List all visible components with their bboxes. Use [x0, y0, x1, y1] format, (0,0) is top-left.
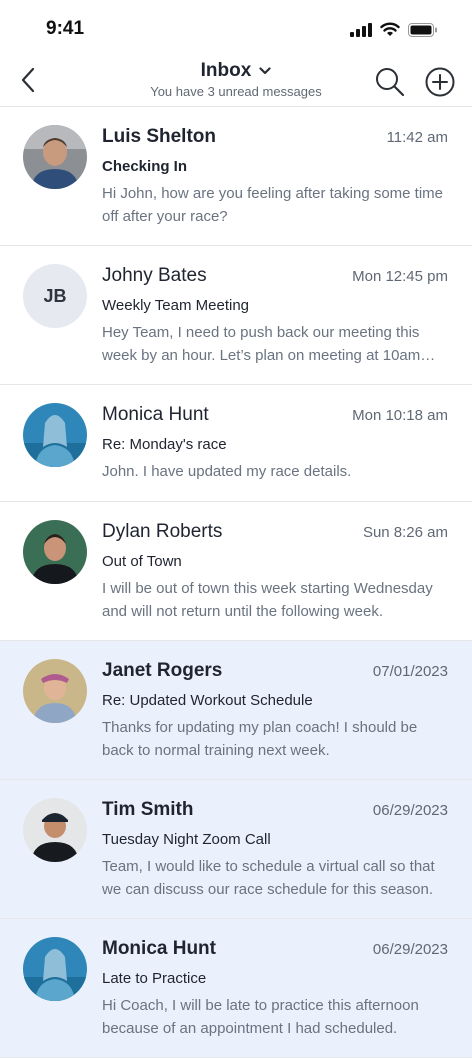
sender-name: Monica Hunt	[102, 404, 209, 425]
message-preview: I will be out of town this week starting…	[102, 580, 433, 620]
message-row[interactable]: Janet Rogers 07/01/2023 Re: Updated Work…	[0, 641, 472, 780]
message-subject: Re: Updated Workout Schedule	[102, 692, 313, 709]
page-title: Inbox	[200, 60, 252, 81]
message-subject: Out of Town	[102, 553, 182, 570]
wifi-icon	[380, 22, 400, 36]
avatar	[23, 520, 87, 584]
avatar	[23, 659, 87, 723]
message-row[interactable]: Luis Shelton 11:42 am Checking In Hi Joh…	[0, 107, 472, 246]
sender-name: Johny Bates	[102, 265, 207, 286]
message-date: Mon 12:45 pm	[352, 268, 448, 285]
message-preview: Hi Coach, I will be late to practice thi…	[102, 997, 419, 1037]
message-subject: Tuesday Night Zoom Call	[102, 831, 271, 848]
inbox-header: Inbox You have 3 unread messages	[0, 56, 472, 107]
message-subject: Weekly Team Meeting	[102, 297, 250, 314]
status-bar: 9:41	[0, 0, 472, 56]
avatar	[23, 798, 87, 862]
sender-name: Luis Shelton	[102, 126, 216, 147]
message-date: 11:42 am	[386, 129, 448, 146]
message-row[interactable]: Monica Hunt 06/29/2023 Late to Practice …	[0, 919, 472, 1058]
chevron-down-icon	[259, 67, 271, 75]
sender-name: Janet Rogers	[102, 660, 223, 681]
avatar	[23, 125, 87, 189]
battery-icon	[408, 22, 437, 37]
avatar-initials: JB	[23, 264, 87, 328]
message-preview: Hey Team, I need to push back our meetin…	[102, 324, 421, 364]
message-preview: Hi John, how are you feeling after takin…	[102, 185, 444, 225]
status-icons	[350, 22, 438, 37]
avatar	[23, 937, 87, 1001]
status-time: 9:41	[46, 18, 85, 39]
cellular-signal-icon	[350, 22, 372, 37]
message-date: 06/29/2023	[372, 941, 448, 958]
message-date: Sun 8:26 am	[362, 524, 448, 541]
sender-name: Dylan Roberts	[102, 521, 223, 542]
message-row[interactable]: Dylan Roberts Sun 8:26 am Out of Town I …	[0, 502, 472, 641]
search-button[interactable]	[374, 66, 406, 98]
message-date: Mon 10:18 am	[352, 407, 448, 424]
message-list: Luis Shelton 11:42 am Checking In Hi Joh…	[0, 107, 472, 1058]
message-row[interactable]: JB Johny Bates Mon 12:45 pm Weekly Team …	[0, 246, 472, 385]
message-subject: Re: Monday's race	[102, 436, 227, 453]
message-subject: Late to Practice	[102, 970, 207, 987]
message-row[interactable]: Monica Hunt Mon 10:18 am Re: Monday's ra…	[0, 385, 472, 502]
mailbox-selector[interactable]: Inbox	[201, 60, 272, 82]
sender-name: Tim Smith	[102, 799, 194, 820]
message-subject: Checking In	[102, 158, 188, 175]
message-row[interactable]: Tim Smith 06/29/2023 Tuesday Night Zoom …	[0, 780, 472, 919]
sender-name: Monica Hunt	[102, 938, 216, 959]
avatar	[23, 403, 87, 467]
message-date: 07/01/2023	[372, 663, 448, 680]
message-preview: Thanks for updating my plan coach! I sho…	[102, 719, 418, 759]
plus-circle-icon	[425, 67, 455, 97]
message-preview: Team, I would like to schedule a virtual…	[102, 858, 435, 898]
new-message-button[interactable]	[424, 66, 456, 98]
message-preview: John. I have updated my race details.	[102, 463, 352, 480]
message-date: 06/29/2023	[372, 802, 448, 819]
search-icon	[376, 68, 405, 97]
